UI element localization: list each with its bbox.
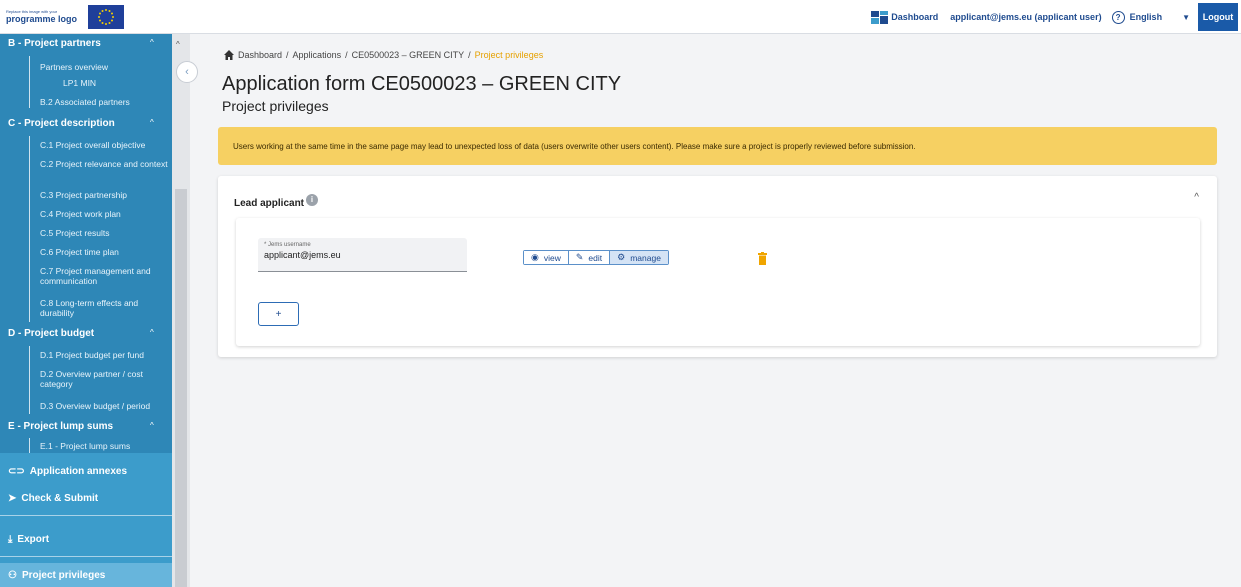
- jems-username-field[interactable]: * Jems username applicant@jems.eu: [258, 238, 467, 272]
- sidebar-item-project-privileges[interactable]: ⚇ Project privileges: [0, 563, 172, 587]
- sidebar-item-c2[interactable]: C.2 Project relevance and context: [40, 159, 168, 169]
- breadcrumb-dashboard[interactable]: Dashboard: [238, 50, 282, 60]
- sidebar-section-d[interactable]: D - Project budget: [8, 328, 94, 339]
- current-user-link[interactable]: applicant@jems.eu (applicant user): [950, 12, 1101, 22]
- sidebar-item-associated-partners[interactable]: B.2 Associated partners: [40, 97, 130, 107]
- gear-icon: ⚙: [617, 252, 626, 262]
- sidebar-section-b[interactable]: B - Project partners: [8, 38, 101, 49]
- field-value[interactable]: applicant@jems.eu: [264, 250, 467, 260]
- attachment-icon: ⊂⊃: [8, 465, 25, 477]
- breadcrumb-separator: /: [468, 50, 471, 60]
- sidebar-item-c7[interactable]: C.7 Project management and communication: [40, 266, 168, 286]
- dashboard-label: Dashboard: [891, 12, 939, 22]
- tree-line: [29, 56, 30, 108]
- eu-flag-icon: [88, 4, 124, 29]
- sidebar-section-e[interactable]: E - Project lump sums: [8, 421, 113, 432]
- privilege-view-button[interactable]: ◉ view: [524, 251, 569, 264]
- sidebar-item-d3[interactable]: D.3 Overview budget / period: [40, 401, 150, 411]
- programme-logo[interactable]: Replace this image with your programme l…: [6, 4, 124, 30]
- info-icon[interactable]: i: [306, 193, 319, 206]
- lead-applicant-user-row: * Jems username applicant@jems.eu ◉ view…: [236, 218, 1200, 346]
- breadcrumb-application[interactable]: CE0500023 – GREEN CITY: [352, 50, 465, 60]
- eye-icon: ◉: [531, 252, 539, 262]
- help-icon[interactable]: ?: [1111, 10, 1125, 24]
- sidebar-item-label: Check & Submit: [21, 492, 99, 504]
- users-icon: ⚇: [8, 569, 17, 581]
- collapse-sidebar-button[interactable]: ‹: [176, 61, 198, 83]
- chevron-left-icon: ‹: [185, 66, 189, 78]
- breadcrumb-current: Project privileges: [474, 50, 544, 60]
- scroll-up-icon[interactable]: ^: [176, 40, 180, 49]
- download-icon: ⤓: [8, 533, 13, 545]
- caret-down-icon[interactable]: ▼: [1182, 13, 1190, 22]
- breadcrumb-separator: /: [345, 50, 348, 60]
- sidebar-item-c8[interactable]: C.8 Long-term effects and durability: [40, 298, 160, 318]
- sidebar-application-form-nav: B - Project partners ^ Partners overview…: [0, 34, 172, 453]
- logout-button[interactable]: Logout: [1198, 3, 1238, 31]
- sidebar: B - Project partners ^ Partners overview…: [0, 34, 172, 587]
- breadcrumb-applications[interactable]: Applications: [293, 50, 342, 60]
- privilege-manage-button[interactable]: ⚙ manage: [610, 251, 668, 264]
- privilege-toggle-group: ◉ view ✎ edit ⚙ manage: [523, 250, 669, 265]
- tree-line: [29, 438, 30, 453]
- sidebar-item-label: Application annexes: [29, 465, 128, 477]
- language-label: English: [1129, 12, 1163, 22]
- privilege-edit-button[interactable]: ✎ edit: [568, 251, 611, 264]
- pencil-icon: ✎: [575, 252, 584, 262]
- chevron-up-icon[interactable]: ^: [150, 118, 154, 127]
- sidebar-item-c6[interactable]: C.6 Project time plan: [40, 247, 119, 257]
- chevron-up-icon[interactable]: ^: [150, 38, 154, 47]
- sidebar-item-application-annexes[interactable]: ⊂⊃ Application annexes: [0, 458, 172, 484]
- sidebar-item-label: Export: [17, 533, 50, 545]
- sidebar-scrollbar[interactable]: ^: [172, 34, 190, 587]
- chevron-up-icon[interactable]: ^: [150, 421, 154, 430]
- concurrent-edit-warning: Users working at the same time in the sa…: [218, 127, 1217, 165]
- page-subtitle: Project privileges: [222, 98, 329, 114]
- sidebar-item-d2[interactable]: D.2 Overview partner / cost category: [40, 369, 165, 389]
- tree-line: [29, 136, 30, 322]
- dashboard-icon: [871, 10, 889, 24]
- sidebar-item-lp1[interactable]: LP1 MIN: [63, 78, 96, 88]
- warning-text: Users working at the same time in the sa…: [233, 141, 916, 151]
- lead-applicant-card: Lead applicant i ^ * Jems username appli…: [218, 176, 1217, 357]
- sidebar-item-partners-overview[interactable]: Partners overview: [40, 62, 108, 72]
- chevron-up-icon[interactable]: ^: [150, 328, 154, 337]
- sidebar-item-d1[interactable]: D.1 Project budget per fund: [40, 350, 144, 360]
- divider: [0, 556, 172, 557]
- sidebar-item-c5[interactable]: C.5 Project results: [40, 228, 109, 238]
- sidebar-item-c1[interactable]: C.1 Project overall objective: [40, 140, 145, 150]
- dashboard-link[interactable]: Dashboard: [871, 10, 939, 24]
- logo-main-text: programme logo: [6, 14, 78, 24]
- language-select[interactable]: ? English: [1111, 10, 1163, 24]
- top-bar: Replace this image with your programme l…: [0, 0, 1241, 34]
- scrollbar-thumb[interactable]: [175, 189, 187, 587]
- field-label: * Jems username: [264, 242, 311, 248]
- sidebar-item-c4[interactable]: C.4 Project work plan: [40, 209, 121, 219]
- tree-line: [29, 346, 30, 414]
- sidebar-item-check-submit[interactable]: ➤ Check & Submit: [0, 485, 172, 511]
- divider: [0, 515, 172, 516]
- home-icon[interactable]: [224, 50, 234, 60]
- sidebar-item-e1[interactable]: E.1 - Project lump sums: [40, 441, 130, 451]
- sidebar-item-label: Project privileges: [21, 569, 106, 581]
- sidebar-item-c3[interactable]: C.3 Project partnership: [40, 190, 127, 200]
- chevron-up-icon[interactable]: ^: [1194, 192, 1199, 203]
- send-icon: ➤: [8, 492, 17, 504]
- breadcrumb: Dashboard / Applications / CE0500023 – G…: [224, 50, 543, 60]
- breadcrumb-separator: /: [286, 50, 289, 60]
- page-title: Application form CE0500023 – GREEN CITY: [222, 73, 622, 95]
- lead-applicant-title: Lead applicant i: [234, 193, 319, 209]
- trash-icon[interactable]: [758, 252, 767, 265]
- sidebar-item-export[interactable]: ⤓ Export: [0, 526, 172, 552]
- sidebar-section-c[interactable]: C - Project description: [8, 118, 115, 129]
- add-user-button[interactable]: +: [258, 302, 299, 326]
